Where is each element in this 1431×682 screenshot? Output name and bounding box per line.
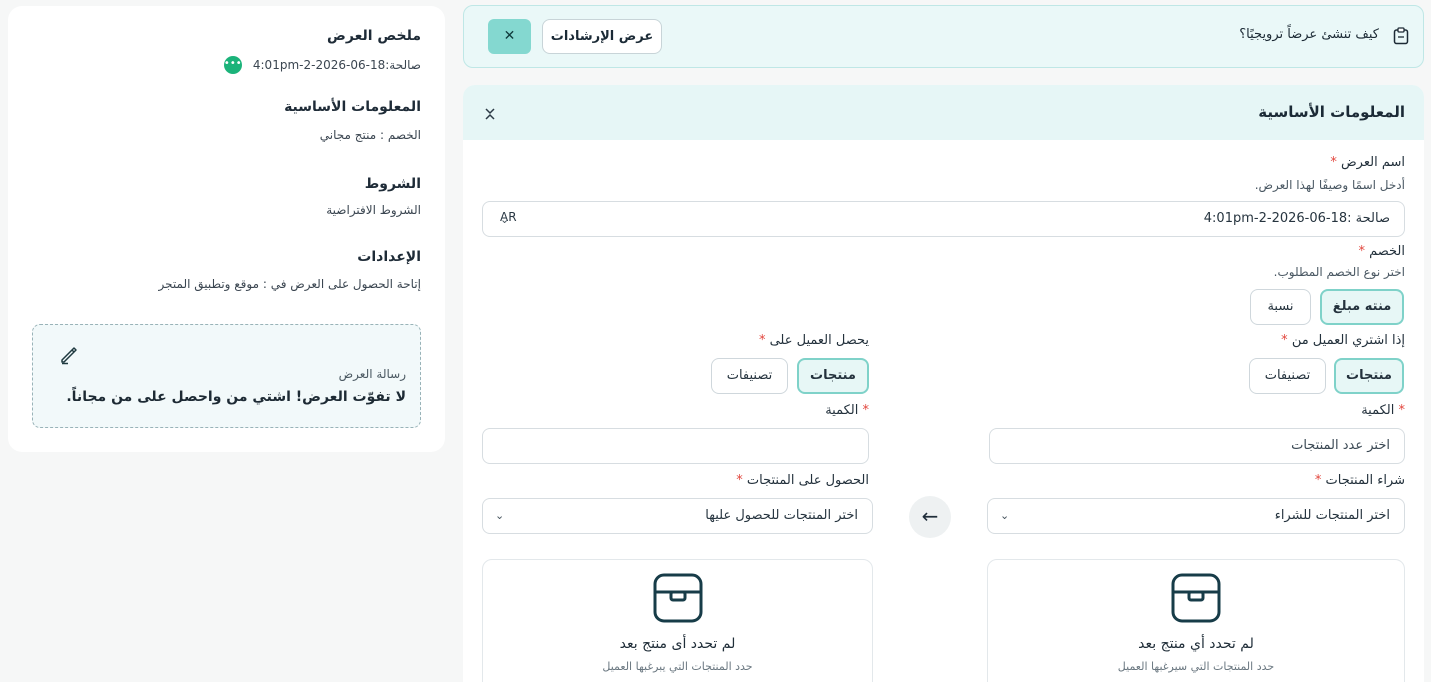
summary-conditions-text: الشروط الافتراضية (326, 203, 421, 217)
how-to-banner: ✕ عرض الإرشادات كيف تنشئ عرضاً ترويجيًا؟ (463, 5, 1424, 68)
offer-message-box: رسالة العرض لا تفوّت العرض! اشتي من واحص… (32, 324, 421, 428)
box-icon (653, 573, 702, 623)
discount-hint: اختر نوع الخصم المطلوب. (1273, 265, 1405, 279)
offer-name-input[interactable]: صالحة :18-06-2026-2-4:01pm (482, 201, 1405, 237)
get-label: يحصل العميل على * (758, 333, 869, 348)
offer-summary-panel: ملخص العرض صالحة:18-06-2026-2-4:01pm •••… (8, 6, 445, 452)
buy-products-empty-state: لم تحدد أي منتج بعد حدد المنتجات التي سي… (987, 559, 1405, 682)
summary-title: ملخص العرض (327, 28, 421, 44)
offer-name-hint: أدخل اسمًا وصيفًا لهذا العرض. (1254, 178, 1405, 192)
buy-products-select[interactable]: اختر المنتجات للشراء (987, 498, 1405, 534)
get-products-select[interactable]: اختر المنتجات للحصول عليها (482, 498, 873, 534)
buy-option-products[interactable]: منتجات (1334, 358, 1404, 394)
discount-label: الخصم * (1358, 244, 1405, 259)
banner-question[interactable]: كيف تنشئ عرضاً ترويجيًا؟ (1239, 27, 1379, 42)
get-products-label: الحصول على المنتجات * (736, 473, 869, 488)
show-guide-button[interactable]: عرض الإرشادات (542, 19, 662, 54)
get-quantity-input[interactable] (482, 428, 869, 464)
get-empty-title: لم تحدد أى منتج بعد (619, 636, 736, 652)
clipboard-icon (1393, 27, 1409, 49)
arrow-left-icon: ← (909, 496, 951, 538)
offer-name-value: صالحة :18-06-2026-2-4:01pm (1203, 211, 1390, 226)
collapse-chevrons-icon[interactable] (483, 106, 497, 125)
discount-option-percent[interactable]: نسبة (1250, 289, 1311, 325)
summary-settings-title: الإعدادات (357, 249, 421, 265)
section-header[interactable]: المعلومات الأساسية (463, 85, 1424, 140)
offer-message-label: رسالة العرض (338, 367, 406, 381)
offer-name-label: اسم العرض * (1330, 155, 1405, 170)
get-quantity-label: * الكمية (825, 403, 869, 418)
summary-conditions-title: الشروط (364, 176, 421, 192)
ellipsis-icon[interactable]: ••• (223, 55, 242, 74)
get-empty-subtitle: حدد المنتجات التي يبرغبها العميل (602, 660, 753, 673)
close-banner-button[interactable]: ✕ (488, 19, 531, 54)
chevron-down-icon: ⌄ (495, 509, 505, 522)
buy-products-placeholder: اختر المنتجات للشراء (1274, 508, 1390, 523)
summary-settings-text: إتاحة الحصول على العرض في : موقع وتطبيق … (158, 277, 421, 291)
buy-products-label: شراء المنتجات * (1314, 473, 1405, 488)
get-option-products[interactable]: منتجات (797, 358, 869, 394)
close-icon: ✕ (503, 28, 516, 44)
offer-message-text: لا تفوّت العرض! اشتي من واحصل على من مجا… (66, 389, 406, 405)
chevron-down-icon: ⌄ (1000, 509, 1010, 522)
get-products-placeholder: اختر المنتجات للحصول عليها (705, 508, 858, 523)
buy-quantity-label: * الكمية (1361, 403, 1405, 418)
buy-empty-subtitle: حدد المنتجات التي سيرغبها العميل (1117, 660, 1275, 673)
buy-from-label: إذا اشتري العميل من * (1281, 333, 1405, 348)
get-option-categories[interactable]: تصنيفات (711, 358, 788, 394)
get-products-empty-state: لم تحدد أى منتج بعد حدد المنتجات التي يب… (482, 559, 873, 682)
buy-quantity-placeholder: اختر عدد المنتجات (1291, 438, 1390, 453)
chevron-down-icon: ⌄ (500, 213, 510, 226)
summary-validity: صالحة:18-06-2026-2-4:01pm (252, 58, 421, 72)
discount-option-amount[interactable]: منته مبلغ (1320, 289, 1404, 325)
buy-quantity-input[interactable]: اختر عدد المنتجات (989, 428, 1405, 464)
summary-basic-info-title: المعلومات الأساسية (284, 99, 421, 115)
section-title: المعلومات الأساسية (1258, 103, 1405, 121)
buy-empty-title: لم تحدد أي منتج بعد (1138, 636, 1254, 652)
basic-info-card: المعلومات الأساسية اسم العرض * أدخل اسمً… (463, 85, 1424, 682)
box-icon (1171, 573, 1221, 623)
summary-discount-line: الخصم : منتج مجاني (319, 128, 421, 142)
pencil-icon[interactable] (59, 345, 79, 369)
buy-option-categories[interactable]: تصنيفات (1249, 358, 1326, 394)
